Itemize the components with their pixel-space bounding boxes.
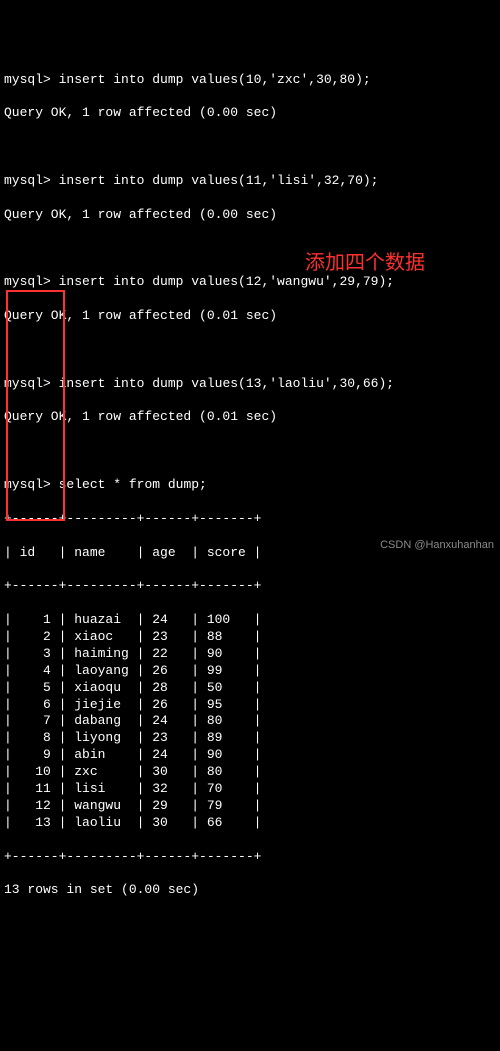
table-row: | 3 | haiming | 22 | 90 |: [4, 646, 496, 663]
annotation-label: 添加四个数据: [305, 250, 425, 276]
blank: [4, 139, 496, 156]
mysql-prompt: mysql>: [4, 72, 51, 87]
insert-result-1: Query OK, 1 row affected (0.00 sec): [4, 207, 496, 224]
table-row: | 10 | zxc | 30 | 80 |: [4, 764, 496, 781]
table-row: | 13 | laoliu | 30 | 66 |: [4, 815, 496, 832]
insert-result-0: Query OK, 1 row affected (0.00 sec): [4, 105, 496, 122]
table-row: | 8 | liyong | 23 | 89 |: [4, 730, 496, 747]
sql-text: insert into dump values(13,'laoliu',30,6…: [59, 376, 394, 391]
table-row: | 4 | laoyang | 26 | 99 |: [4, 663, 496, 680]
table-row: | 12 | wangwu | 29 | 79 |: [4, 798, 496, 815]
watermark-text: CSDN @Hanxuhanhan: [380, 538, 494, 552]
table-row: | 9 | abin | 24 | 90 |: [4, 747, 496, 764]
table-row: | 6 | jiejie | 26 | 95 |: [4, 697, 496, 714]
insert-line-0: mysql> insert into dump values(10,'zxc',…: [4, 72, 496, 89]
insert-result-3: Query OK, 1 row affected (0.01 sec): [4, 409, 496, 426]
table-row: | 2 | xiaoc | 23 | 88 |: [4, 629, 496, 646]
table-row: | 1 | huazai | 24 | 100 |: [4, 612, 496, 629]
blank: [4, 443, 496, 460]
table-rows-container: | 1 | huazai | 24 | 100 || 2 | xiaoc | 2…: [4, 612, 496, 832]
mysql-prompt: mysql>: [4, 376, 51, 391]
mysql-prompt: mysql>: [4, 173, 51, 188]
table-row: | 11 | lisi | 32 | 70 |: [4, 781, 496, 798]
insert-line-1: mysql> insert into dump values(11,'lisi'…: [4, 173, 496, 190]
table-row: | 7 | dabang | 24 | 80 |: [4, 713, 496, 730]
insert-line-2: mysql> insert into dump values(12,'wangw…: [4, 274, 496, 291]
sql-text: select * from dump;: [59, 477, 207, 492]
table-border-bot: +------+---------+------+-------+: [4, 849, 496, 866]
table-border-mid: +------+---------+------+-------+: [4, 578, 496, 595]
sql-text: insert into dump values(10,'zxc',30,80);: [59, 72, 371, 87]
blank: [4, 342, 496, 359]
insert-line-3: mysql> insert into dump values(13,'laoli…: [4, 376, 496, 393]
table-row: | 5 | xiaoqu | 28 | 50 |: [4, 680, 496, 697]
mysql-prompt: mysql>: [4, 477, 51, 492]
table-border-top: +------+---------+------+-------+: [4, 511, 496, 528]
select-line: mysql> select * from dump;: [4, 477, 496, 494]
insert-result-2: Query OK, 1 row affected (0.01 sec): [4, 308, 496, 325]
sql-text: insert into dump values(11,'lisi',32,70)…: [59, 173, 379, 188]
select-summary: 13 rows in set (0.00 sec): [4, 882, 496, 899]
mysql-prompt: mysql>: [4, 274, 51, 289]
sql-text: insert into dump values(12,'wangwu',29,7…: [59, 274, 394, 289]
